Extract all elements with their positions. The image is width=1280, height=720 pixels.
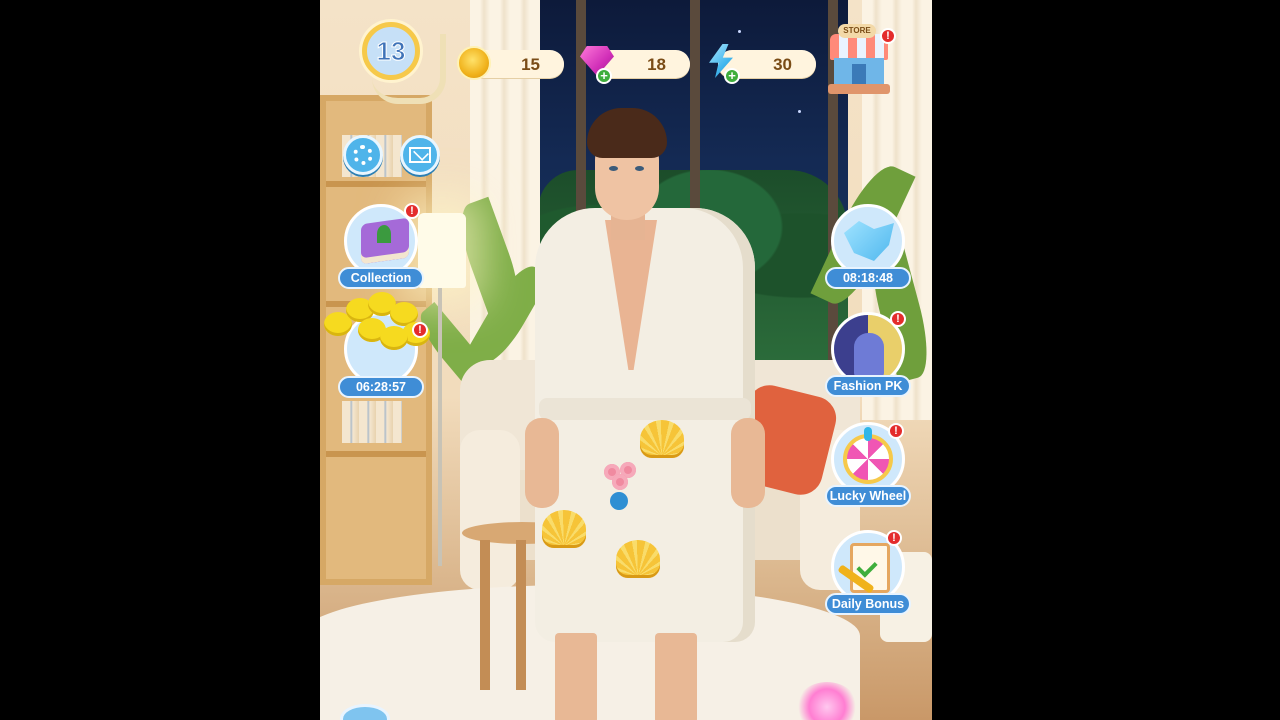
game-viewport: 13 15 18 + 30 + STORE ! Collection ! 06:… (320, 0, 932, 720)
blue-cubes-icon (844, 221, 894, 261)
rose-vase-item[interactable] (600, 462, 640, 516)
coin-amount: 15 (521, 55, 540, 74)
character-in-bathrobe[interactable] (525, 108, 765, 720)
fashion-pk-alert-badge: ! (890, 311, 906, 327)
add-gems-icon[interactable]: + (596, 68, 612, 84)
floor-lamp (418, 213, 466, 288)
golden-shell-item[interactable] (640, 420, 684, 458)
daily-bonus-alert-badge: ! (886, 530, 902, 546)
palm-tree-icon (377, 225, 391, 243)
golden-shell-item[interactable] (542, 510, 586, 548)
store-sign: STORE (838, 24, 876, 38)
level-badge[interactable]: 13 (362, 22, 420, 80)
gem-amount: 18 (647, 55, 666, 74)
wheel-icon (843, 434, 893, 484)
collection-alert-badge: ! (404, 203, 420, 219)
flower-event-button[interactable]: 06:28:57 (324, 292, 430, 400)
golden-shell-item[interactable] (616, 540, 660, 578)
mail-button[interactable] (400, 135, 440, 175)
lucky-wheel-label: Lucky Wheel (825, 485, 911, 507)
add-energy-icon[interactable]: + (724, 68, 740, 84)
store-alert-badge: ! (880, 28, 896, 44)
coin-icon (457, 46, 491, 80)
mail-icon (409, 147, 431, 163)
energy-amount: 30 (773, 55, 792, 74)
flower-event-timer: 06:28:57 (338, 376, 424, 398)
fashion-pk-label: Fashion PK (825, 375, 911, 397)
cubes-event-timer: 08:18:48 (825, 267, 911, 289)
lucky-wheel-alert-badge: ! (888, 423, 904, 439)
level-number: 13 (376, 35, 406, 66)
flower-event-alert-badge: ! (412, 322, 428, 338)
collection-label: Collection (338, 267, 424, 289)
fashion-dress-icon (834, 315, 902, 383)
gear-icon (353, 145, 373, 165)
settings-button[interactable] (343, 135, 383, 175)
daily-bonus-label: Daily Bonus (825, 593, 911, 615)
cubes-event-button[interactable]: 08:18:48 (825, 204, 911, 292)
